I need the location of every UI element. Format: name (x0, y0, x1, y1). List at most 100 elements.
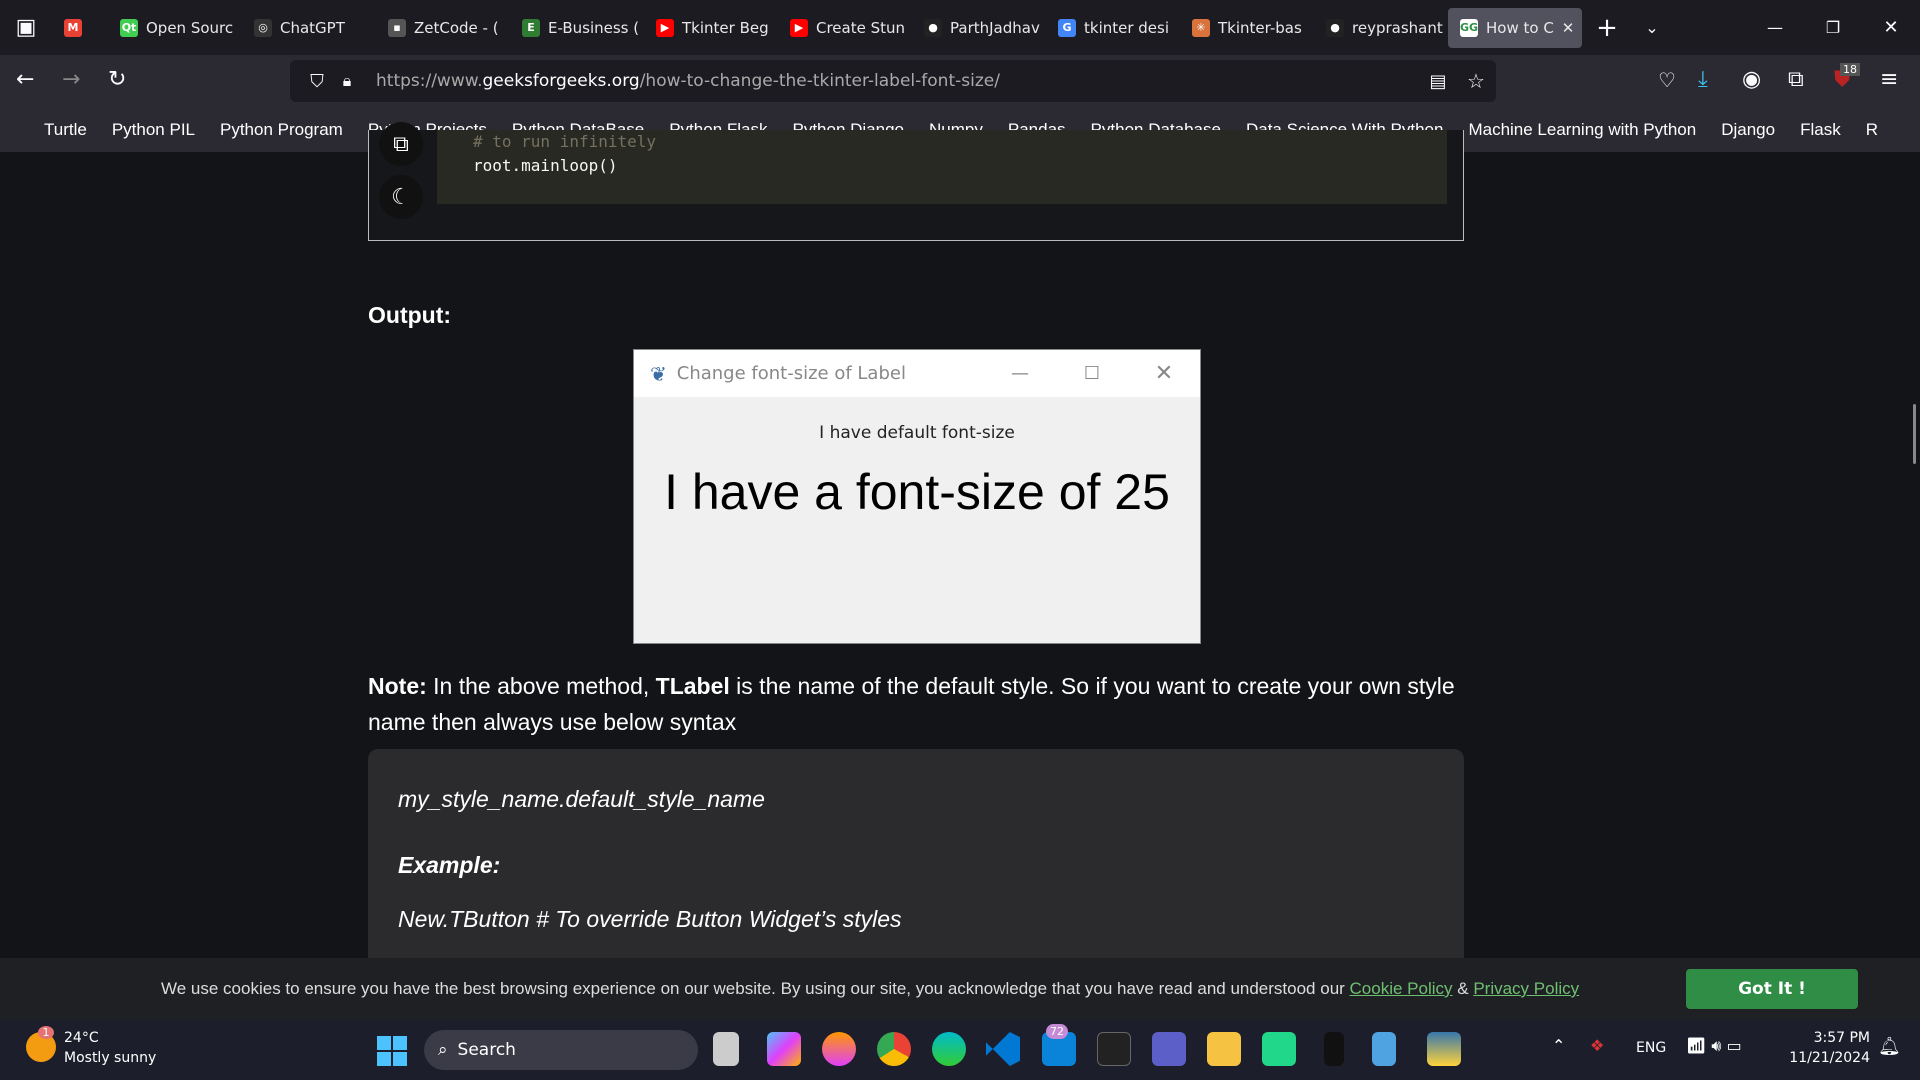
notification-icon[interactable]: 🔔︎ (1878, 1036, 1901, 1057)
tab-label: Tkinter-bas (1218, 18, 1302, 37)
bookmark-item[interactable]: R (1866, 120, 1878, 140)
bookmark-item[interactable]: Flask (1800, 120, 1841, 140)
tab[interactable]: E E-Business ( (510, 8, 644, 48)
tab[interactable]: Gtkinter desi (1046, 8, 1180, 48)
cookie-text: We use cookies to ensure you have the be… (161, 979, 1350, 998)
url-prefix: https://www. (376, 71, 483, 91)
wifi-volume-battery-icons[interactable]: 📶︎ 🔊︎ ▭ (1686, 1036, 1742, 1056)
tab-overview-icon[interactable]: ▣ (0, 15, 52, 40)
lock-icon: 🔒︎ (342, 71, 352, 90)
weather-desc[interactable]: Mostly sunny (64, 1050, 156, 1066)
bookmark-item[interactable]: Turtle (44, 120, 87, 140)
downloads-icon[interactable]: ⤓ (1698, 67, 1708, 92)
tab-favicon-icon: ● (924, 18, 942, 37)
tab-favicon-icon: ▶ (656, 18, 674, 37)
tk-label-big: I have a font-size of 25 (664, 464, 1170, 520)
cookie-policy-link[interactable]: Cookie Policy (1350, 979, 1453, 998)
extensions-icon[interactable]: ⧉ (1788, 67, 1804, 92)
minimize-button[interactable]: — (1746, 18, 1804, 37)
bookmark-item[interactable]: Machine Learning with Python (1468, 120, 1696, 140)
tab[interactable]: Qt Open Sourc (108, 8, 242, 48)
bookmark-item[interactable]: Django (1721, 120, 1775, 140)
new-tab-button[interactable]: + (1582, 13, 1632, 43)
task-view-icon[interactable] (713, 1032, 739, 1066)
url-bar[interactable]: ⛉ 🔒︎ https://www.geeksforgeeks.org/how-t… (290, 60, 1496, 102)
copilot-icon[interactable] (767, 1032, 801, 1066)
taskbar-search[interactable]: ⌕ Search (424, 1030, 698, 1070)
pocket-icon[interactable]: ♡ (1658, 68, 1676, 92)
shield-icon[interactable]: ⛉ (302, 71, 332, 92)
tab-favicon-icon: Qt (120, 18, 138, 37)
tab-favicon-icon: E (522, 18, 540, 37)
teams-icon[interactable] (1152, 1032, 1186, 1066)
tab[interactable]: ▶ Tkinter Beg (644, 8, 778, 48)
cookie-banner: We use cookies to ensure you have the be… (0, 958, 1920, 1020)
bookmark-item[interactable]: Python PIL (112, 120, 195, 140)
code-comment: # to run infinitely (473, 132, 657, 151)
bookmark-item[interactable]: Python Program (220, 120, 343, 140)
notion-icon[interactable] (1097, 1032, 1131, 1066)
tab-favicon-icon: GG (1460, 18, 1478, 37)
file-explorer-icon[interactable] (1207, 1032, 1241, 1066)
tab-label: ParthJadhav (950, 18, 1040, 37)
got-it-button[interactable]: Got It ! (1686, 969, 1858, 1009)
tab[interactable]: ◎ ChatGPT (242, 8, 376, 48)
tab[interactable]: ● ParthJadhav (912, 8, 1046, 48)
tk-maximize-icon: ☐ (1083, 363, 1101, 384)
mail-badge: 72 (1046, 1024, 1068, 1039)
dropbox-icon[interactable]: ❖ (1590, 1036, 1604, 1055)
privacy-policy-link[interactable]: Privacy Policy (1473, 979, 1579, 998)
language-indicator[interactable]: ENG (1636, 1040, 1666, 1056)
extension-badge: 18 (1840, 63, 1860, 76)
notepad-icon[interactable] (1372, 1032, 1396, 1066)
tray-chevron-icon[interactable]: ⌃ (1552, 1036, 1565, 1055)
code-line: root.mainloop() (473, 156, 618, 175)
weather-temp[interactable]: 24°C (64, 1030, 99, 1046)
tab-label: How to C (1486, 18, 1554, 37)
reload-icon[interactable]: ↻ (108, 67, 126, 92)
restore-button[interactable]: ❐ (1804, 18, 1862, 37)
feather-icon: ❦ (650, 361, 667, 386)
tab[interactable]: GG How to C ✕ (1448, 7, 1582, 48)
example-label: Example: (398, 852, 501, 878)
search-icon: ⌕ (438, 1040, 448, 1060)
tab[interactable]: M (52, 8, 108, 48)
clock-time[interactable]: 3:57 PM (1780, 1030, 1870, 1046)
note-label: Note: (368, 673, 427, 699)
tab-favicon-icon: G (1058, 18, 1076, 37)
close-tab-icon[interactable]: ✕ (1562, 19, 1575, 37)
chrome-icon[interactable] (877, 1032, 911, 1066)
tab-label: ZetCode - ( (414, 18, 499, 37)
tab-favicon-icon: ✳ (1192, 18, 1210, 37)
url-domain: geeksforgeeks.org (482, 71, 640, 91)
tab[interactable]: ● reyprashant (1314, 8, 1448, 48)
pycharm-icon[interactable] (1262, 1032, 1296, 1066)
tab[interactable]: ▪ ZetCode - ( (376, 8, 510, 48)
weather-badge: 1 (38, 1026, 54, 1039)
tab[interactable]: ▶ Create Stun (778, 8, 912, 48)
firefox-icon[interactable] (822, 1032, 856, 1066)
edge-icon[interactable] (932, 1032, 966, 1066)
note-paragraph: Note: In the above method, TLabel is the… (368, 668, 1464, 740)
page-scrollbar[interactable] (1913, 404, 1916, 464)
python-icon[interactable] (1427, 1032, 1461, 1066)
tab-label: Open Sourc (146, 18, 234, 37)
tab[interactable]: ✳ Tkinter-bas (1180, 8, 1314, 48)
clock-date[interactable]: 11/21/2024 (1780, 1050, 1870, 1066)
back-icon[interactable]: ← (16, 67, 34, 92)
tab-favicon-icon: ◎ (254, 18, 272, 37)
start-button[interactable] (377, 1036, 407, 1066)
forward-icon[interactable]: → (62, 67, 80, 92)
tk-title: Change font-size of Label (676, 363, 906, 384)
tab-label: ChatGPT (280, 18, 345, 37)
account-icon[interactable]: ◉ (1742, 67, 1761, 92)
bookmark-star-icon[interactable]: ☆ (1456, 69, 1496, 93)
close-window-button[interactable]: ✕ (1862, 17, 1920, 38)
reader-view-icon[interactable]: ▤ (1420, 71, 1456, 92)
menu-icon[interactable]: ≡ (1880, 67, 1898, 92)
dark-mode-icon[interactable]: ☾ (379, 175, 423, 219)
figma-icon[interactable] (1324, 1032, 1344, 1066)
copy-icon[interactable]: ⧉ (379, 122, 423, 166)
tab-bar: ▣ M Qt Open Sourc ◎ ChatGPT ▪ ZetCode - (E E-Bu… (0, 0, 1920, 55)
list-tabs-chevron-icon[interactable]: ⌄ (1632, 18, 1672, 37)
